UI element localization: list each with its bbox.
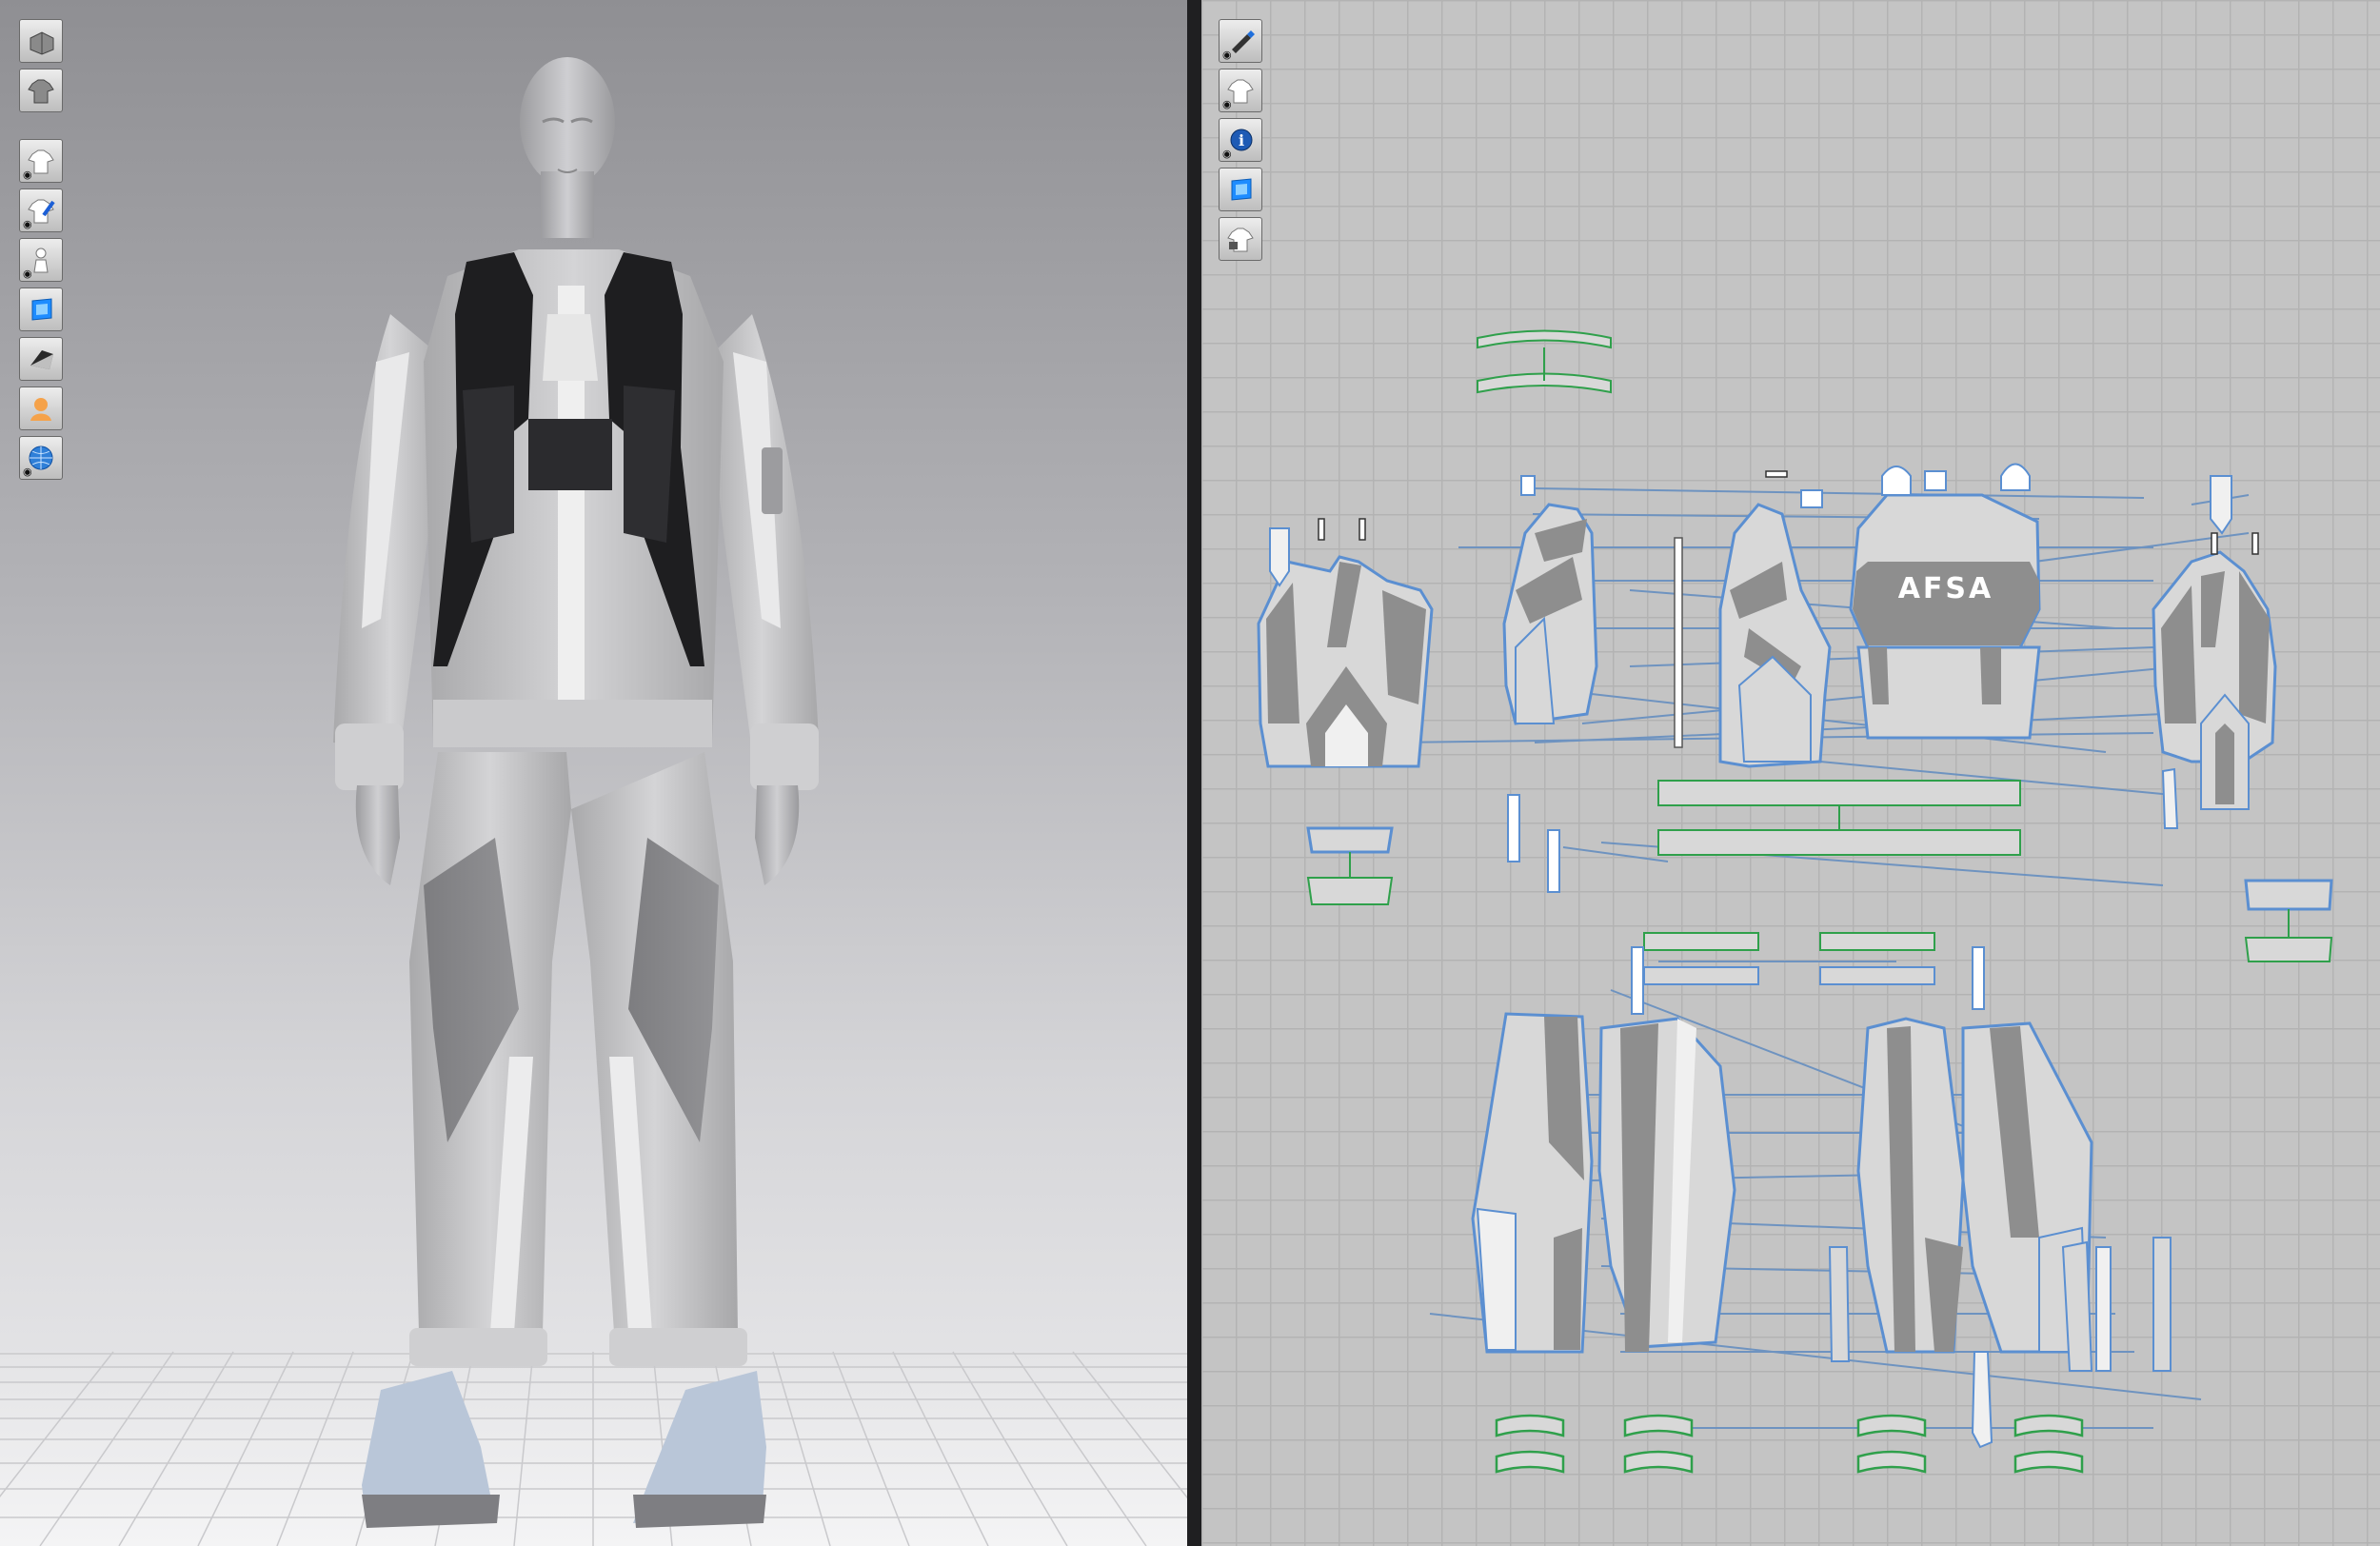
avatar-skin-icon[interactable]	[19, 386, 63, 430]
2d-pattern-viewport[interactable]: ◉ ◉ i ◉ AFSA	[1201, 0, 2380, 1546]
environment-globe-icon[interactable]: ◉	[19, 436, 63, 480]
eye-icon: ◉	[23, 218, 32, 230]
box-view-icon[interactable]	[19, 19, 63, 63]
cuff-left-pattern[interactable]	[1306, 794, 1560, 905]
shaded-view-icon[interactable]	[19, 337, 63, 381]
pattern-pieces-canvas[interactable]: AFSA	[1201, 0, 2380, 1546]
window-divider[interactable]	[1187, 0, 1201, 1546]
jacket-front-left-pattern[interactable]	[1257, 527, 1434, 768]
eye-icon: ◉	[23, 168, 32, 181]
garment-shirt-icon[interactable]	[19, 69, 63, 112]
cuff-right-pattern[interactable]	[2244, 879, 2333, 962]
trouser-waist-patterns[interactable]	[1631, 932, 1985, 1015]
avatar-head	[520, 57, 615, 238]
pattern-logo-text: AFSA	[1898, 572, 1994, 605]
trouser-right-pattern[interactable]	[1828, 1017, 2172, 1449]
jacket-back-pattern[interactable]: AFSA	[1849, 463, 2041, 740]
show-pins-icon[interactable]: ◉	[19, 188, 63, 232]
3d-view-toolbar: ◉ ◉ ◉ ◉	[19, 19, 63, 486]
texture-fabric-icon[interactable]	[19, 287, 63, 331]
sleeve-badge	[762, 447, 783, 514]
sneakers	[362, 1371, 766, 1528]
show-avatar-icon[interactable]: ◉	[19, 238, 63, 282]
avatar-figure[interactable]	[0, 0, 1187, 1546]
jacket-side-left-pattern[interactable]	[1502, 475, 1598, 725]
show-garment-icon[interactable]: ◉	[19, 139, 63, 183]
collar-strip-pattern[interactable]	[1477, 329, 1612, 394]
eye-icon: ◉	[23, 268, 32, 280]
ankle-cuff-patterns[interactable]	[1495, 1414, 2084, 1474]
trouser-left-pattern[interactable]	[1471, 1012, 1736, 1354]
pants	[409, 752, 747, 1366]
jacket-side-right-pattern[interactable]	[1718, 489, 1832, 768]
zip-strip-pattern[interactable]	[1674, 537, 1683, 748]
jacket-front-right-pattern[interactable]	[2152, 475, 2277, 829]
waistband-patterns[interactable]	[1657, 780, 2021, 856]
3d-viewport[interactable]: ◉ ◉ ◉ ◉	[0, 0, 1187, 1546]
eye-icon: ◉	[23, 466, 32, 478]
